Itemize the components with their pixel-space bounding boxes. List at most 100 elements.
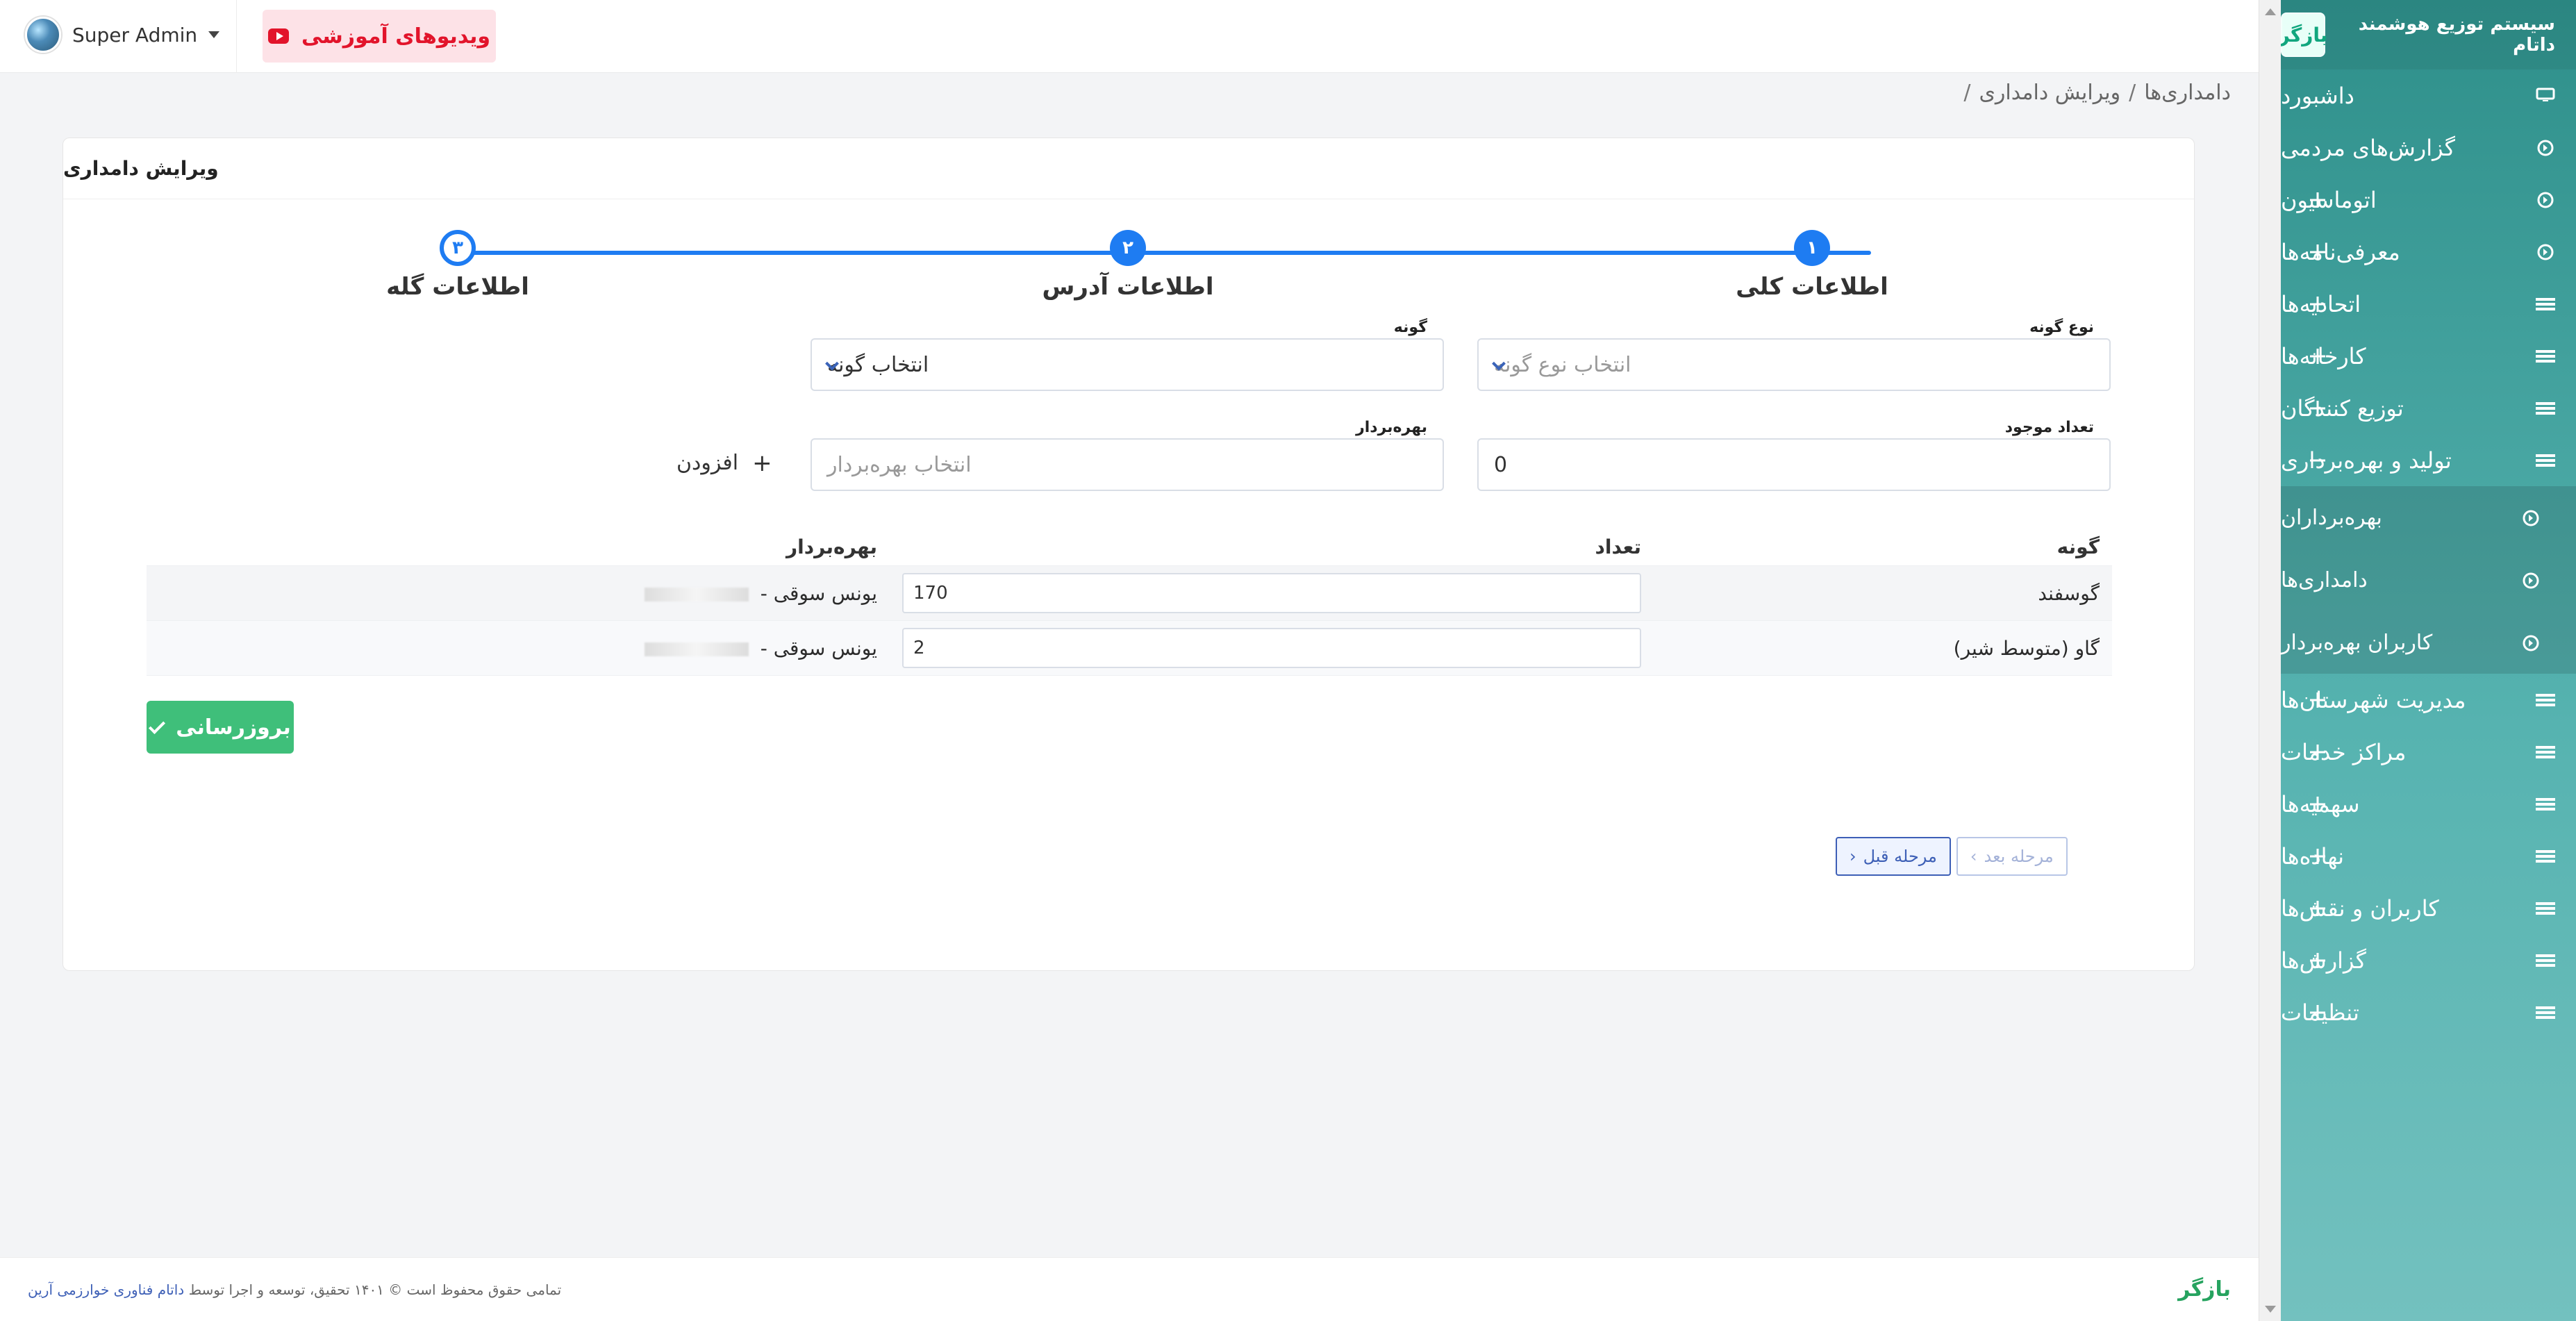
production-submenu: بهره‌برداران دامداری‌ها کاربران بهره‌برد… [2281, 486, 2576, 674]
sidebar-menu: داشبورد گزارش‌های مردمی اتوماسیون م [2281, 69, 2576, 1038]
brand: سیستم توزیع هوشمند داتام بازگر [2279, 0, 2576, 69]
expand-plus-icon[interactable] [2310, 192, 2325, 208]
list-icon [2536, 847, 2555, 866]
circle-arrow-icon [2536, 242, 2555, 262]
breadcrumb-ranches[interactable]: دامداری‌ها [2144, 81, 2231, 105]
next-step-button[interactable]: مرحله بعد › [1956, 837, 2068, 876]
step-general-info[interactable]: ۱ اطلاعات کلی [1722, 230, 1902, 301]
stepper: ۱ اطلاعات کلی ۲ اطلاعات آدرس ۳ اطلاعات گ… [63, 230, 2194, 327]
expand-plus-icon[interactable] [2310, 1005, 2325, 1020]
expand-plus-icon[interactable] [2310, 349, 2325, 364]
expand-plus-icon[interactable] [2310, 745, 2325, 760]
expand-plus-icon[interactable] [2310, 901, 2325, 916]
sidebar-item-label: تولید و بهره‌برداری [2281, 447, 2452, 474]
list-icon [2536, 742, 2555, 762]
species-type-label: نوع گونه [2025, 319, 2098, 336]
sidebar-item-label: گزارش‌های مردمی [2281, 134, 2455, 161]
sidebar-item-service-centers[interactable]: مراکز خدمات [2281, 726, 2576, 778]
list-icon [2536, 899, 2555, 918]
circle-arrow-icon [2522, 508, 2540, 526]
step-herd-info[interactable]: ۳ اطلاعات گله [367, 230, 548, 301]
row-count-input[interactable]: 170 [902, 573, 1641, 613]
sidebar-item-reports[interactable]: گزارش‌ها [2281, 934, 2576, 986]
list-icon [2536, 690, 2555, 710]
sidebar-subitem-label: بهره‌برداران [2281, 505, 2382, 530]
sidebar-item-label: توزیع کنندگان [2281, 394, 2404, 422]
owner-label: بهره‌بردار [1352, 419, 1431, 436]
topbar-divider [236, 0, 237, 73]
videos-button[interactable]: ویدیوهای آموزشی [263, 10, 496, 63]
row-count-input[interactable]: 2 [902, 628, 1641, 668]
species-type-field: نوع گونه انتخاب نوع گونه [1477, 319, 2111, 391]
breadcrumb-separator: / [1963, 80, 1971, 105]
table-row: گاو (متوسط شیر) 2 یونس سوقی - [147, 620, 2112, 676]
sidebar-item-users-roles[interactable]: کاربران و نقش‌ها [2281, 882, 2576, 934]
expand-plus-icon[interactable] [2310, 797, 2325, 812]
sidebar-item-automation[interactable]: اتوماسیون [2281, 174, 2576, 226]
breadcrumb: دامداری‌ها / ویرایش دامداری / [1963, 76, 2231, 108]
expand-plus-icon[interactable] [2310, 401, 2325, 416]
species-type-select[interactable]: انتخاب نوع گونه [1477, 338, 2111, 391]
sidebar-subitem-operators[interactable]: بهره‌برداران [2281, 486, 2576, 549]
table-header-species: گونه [1654, 529, 2112, 566]
row-count-value: 2 [913, 638, 925, 658]
owner-select[interactable]: انتخاب بهره‌بردار [811, 438, 1444, 491]
user-name: Super Admin [72, 23, 198, 47]
scroll-up-icon[interactable] [2265, 8, 2276, 15]
sidebar-scrollbar[interactable] [2259, 0, 2281, 1321]
sidebar-item-label: معرفی‌نامه‌ها [2281, 238, 2400, 265]
sidebar-subitem-operator-users[interactable]: کاربران بهره‌بردار [2281, 611, 2576, 674]
table-cell-species: گوسفند [1654, 565, 2112, 621]
chevron-left-icon: ‹ [1850, 847, 1856, 866]
add-label: افزودن [676, 451, 739, 475]
user-menu[interactable]: Super Admin [25, 17, 220, 53]
footer-text: تمامی حقوق محفوظ است © ۱۴۰۱ تحقیق، توسعه… [188, 1281, 562, 1298]
sidebar-item-public-reports[interactable]: گزارش‌های مردمی [2281, 122, 2576, 174]
sidebar-item-production[interactable]: تولید و بهره‌برداری [2281, 434, 2576, 486]
sidebar-item-unions[interactable]: اتحادیه‌ها [2281, 278, 2576, 330]
step-title: اطلاعات کلی [1736, 273, 1888, 301]
footer-link[interactable]: داتام فناوری خوارزمی آرین [28, 1281, 184, 1298]
breadcrumb-edit-ranch: ویرایش دامداری [1979, 80, 2121, 105]
expand-plus-icon[interactable] [2310, 953, 2325, 968]
prev-step-button[interactable]: مرحله قبل ‹ [1836, 837, 1951, 876]
avatar[interactable] [25, 17, 61, 53]
expand-plus-icon[interactable] [2310, 297, 2325, 312]
sidebar-item-dashboard[interactable]: داشبورد [2281, 69, 2576, 122]
table-header-owner: بهره‌بردار [147, 529, 890, 566]
sidebar-item-quotas[interactable]: سهمیه‌ها [2281, 778, 2576, 830]
sidebar-item-inputs[interactable]: نهاده‌ها [2281, 830, 2576, 882]
sidebar-item-letters[interactable]: معرفی‌نامه‌ها [2281, 226, 2576, 278]
sidebar-subitem-ranches[interactable]: دامداری‌ها [2281, 549, 2576, 611]
edit-ranch-card: ویرایش دامداری ۱ اطلاعات کلی ۲ اطلاعات آ… [63, 138, 2195, 971]
expand-plus-icon[interactable] [2310, 692, 2325, 708]
redacted-id [644, 642, 749, 656]
brand-logo: بازگر [2279, 13, 2327, 57]
sidebar-item-label: اتوماسیون [2281, 186, 2377, 213]
next-step-label: مرحله بعد [1984, 847, 2054, 866]
sidebar-subitem-label: کاربران بهره‌بردار [2281, 630, 2433, 655]
collapse-minus-icon[interactable] [2310, 453, 2325, 468]
sidebar-item-factories[interactable]: کارخانه‌ها [2281, 330, 2576, 382]
expand-plus-icon[interactable] [2310, 849, 2325, 864]
species-select[interactable]: انتخاب گونه [811, 338, 1444, 391]
sidebar-item-settings[interactable]: تنظیمات [2281, 986, 2576, 1038]
scroll-down-icon[interactable] [2265, 1306, 2276, 1313]
species-label: گونه [1389, 319, 1431, 336]
count-input[interactable]: 0 [1477, 438, 2111, 491]
list-icon [2536, 951, 2555, 970]
add-button[interactable]: + افزودن [676, 451, 772, 475]
sidebar-item-distributors[interactable]: توزیع کنندگان [2281, 382, 2576, 434]
table-cell-count: 170 [890, 565, 1654, 621]
prev-step-label: مرحله قبل [1863, 847, 1937, 866]
table-cell-owner: یونس سوقی - [147, 620, 890, 676]
list-icon [2536, 795, 2555, 814]
expand-plus-icon[interactable] [2310, 244, 2325, 260]
sidebar-item-county-management[interactable]: مدیریت شهرستان‌ها [2281, 674, 2576, 726]
step-address-info[interactable]: ۲ اطلاعات آدرس [1038, 230, 1218, 301]
chevron-down-icon[interactable] [208, 31, 220, 38]
circle-arrow-icon [2536, 138, 2555, 158]
update-button[interactable]: بروزرسانی [147, 701, 294, 754]
topbar: Super Admin ویدیوهای آموزشی [0, 0, 2259, 73]
sidebar-subitem-label: دامداری‌ها [2281, 567, 2368, 592]
